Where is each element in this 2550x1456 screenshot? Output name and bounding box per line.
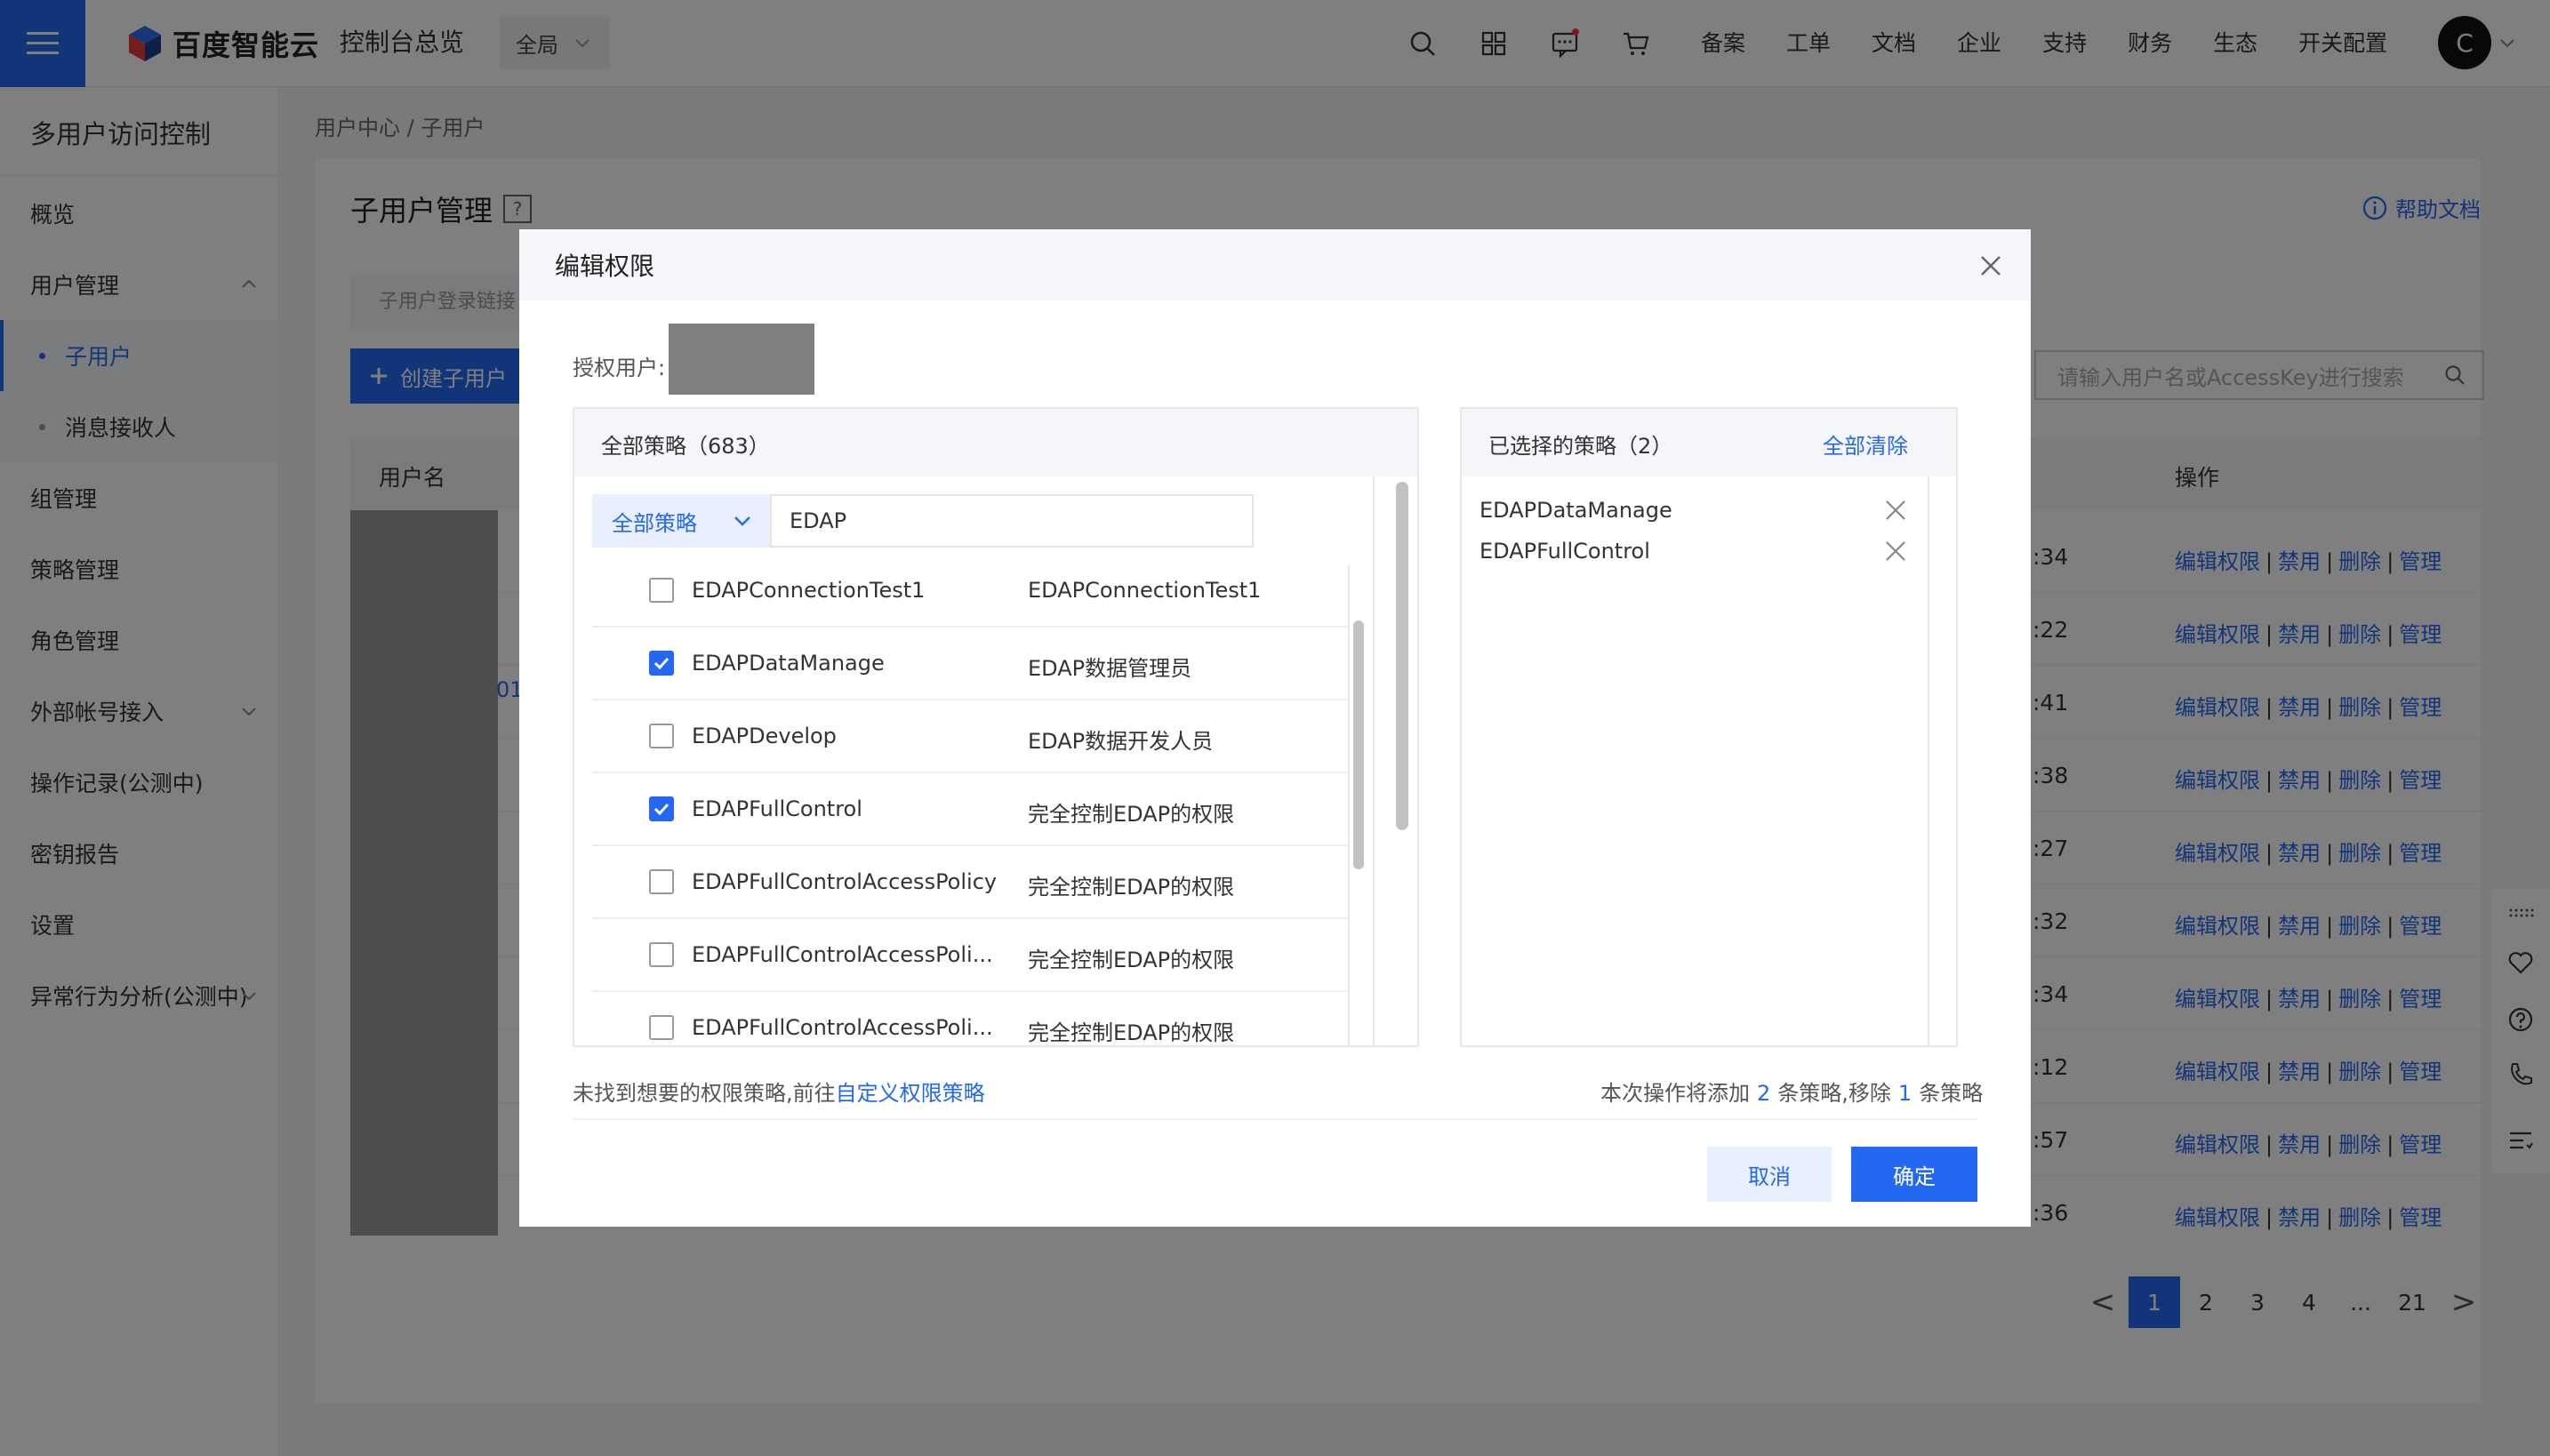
cancel-button[interactable]: 取消 <box>1707 1147 1832 1202</box>
selected-policy-item: EDAPDataManage <box>1479 498 1672 523</box>
clear-all-button[interactable]: 全部清除 <box>1823 428 1908 460</box>
chevron-down-icon <box>734 516 750 526</box>
authorized-user-label: 授权用户: <box>573 356 666 380</box>
policy-checkbox[interactable] <box>649 1015 674 1040</box>
policy-description: 完全控制EDAP的权限 <box>1028 948 1235 972</box>
checkmark-icon <box>654 803 670 816</box>
summary-mid: 条策略,移除 <box>1777 1081 1891 1106</box>
policy-checkbox[interactable] <box>649 724 674 748</box>
policy-name: EDAPConnectionTest1 <box>692 578 926 603</box>
confirm-button[interactable]: 确定 <box>1851 1147 1977 1202</box>
redacted-authorized-user <box>669 324 814 395</box>
policy-type-select[interactable]: 全部策略 <box>592 494 770 548</box>
dialog-header <box>519 229 2031 300</box>
policy-name: EDAPDevelop <box>692 724 837 748</box>
selected-list-scroll-track <box>1928 476 1929 1045</box>
all-policies-title: 全部策略（683） <box>601 434 770 459</box>
policy-name: EDAPFullControlAccessPoli... <box>692 1015 993 1040</box>
policy-checkbox[interactable] <box>649 651 674 676</box>
policy-description: 完全控制EDAP的权限 <box>1028 875 1235 900</box>
policy-description: 完全控制EDAP的权限 <box>1028 1020 1235 1045</box>
policy-name: EDAPFullControlAccessPoli... <box>692 942 993 967</box>
remove-icon[interactable] <box>1883 498 1908 523</box>
policy-list-scrollbar[interactable] <box>1353 620 1364 869</box>
summary-suffix: 条策略 <box>1919 1081 1984 1106</box>
summary-add-count: 2 <box>1757 1081 1771 1106</box>
policy-checkbox[interactable] <box>649 869 674 894</box>
policy-name: EDAPFullControlAccessPolicy <box>692 869 998 894</box>
remove-icon[interactable] <box>1883 539 1908 564</box>
divider <box>573 1118 1977 1120</box>
policy-description: EDAPConnectionTest1 <box>1028 578 1262 603</box>
policy-description: EDAP数据管理员 <box>1028 656 1192 681</box>
policy-checkbox[interactable] <box>649 578 674 603</box>
checkmark-icon <box>654 657 670 670</box>
policy-checkbox[interactable] <box>649 796 674 821</box>
policy-description: EDAP数据开发人员 <box>1028 729 1214 754</box>
dialog-title: 编辑权限 <box>555 252 655 281</box>
policy-name: EDAPFullControl <box>692 796 862 821</box>
selected-policies-title: 已选择的策略（2） <box>1488 434 1673 459</box>
policy-list-scroll-track <box>1348 565 1350 1045</box>
custom-policy-link[interactable]: 自定义权限策略 <box>836 1081 985 1106</box>
panel-scrollbar[interactable] <box>1396 482 1408 830</box>
not-found-hint: 未找到想要的权限策略,前往自定义权限策略 <box>573 1076 985 1107</box>
policy-type-value: 全部策略 <box>612 510 697 536</box>
policy-name: EDAPDataManage <box>692 651 885 676</box>
policy-checkbox[interactable] <box>649 942 674 967</box>
summary-remove-count: 1 <box>1897 1081 1912 1106</box>
policy-search-input[interactable]: EDAP <box>770 494 1254 548</box>
selected-policy-item: EDAPFullControl <box>1479 539 1650 564</box>
panel-scroll-track <box>1373 476 1375 1045</box>
summary-prefix: 本次操作将添加 <box>1600 1081 1750 1106</box>
close-icon[interactable] <box>1976 251 2006 281</box>
operation-summary: 本次操作将添加 2 条策略,移除 1 条策略 <box>1600 1076 1983 1107</box>
policy-description: 完全控制EDAP的权限 <box>1028 802 1235 827</box>
not-found-text: 未找到想要的权限策略,前往 <box>573 1081 836 1106</box>
